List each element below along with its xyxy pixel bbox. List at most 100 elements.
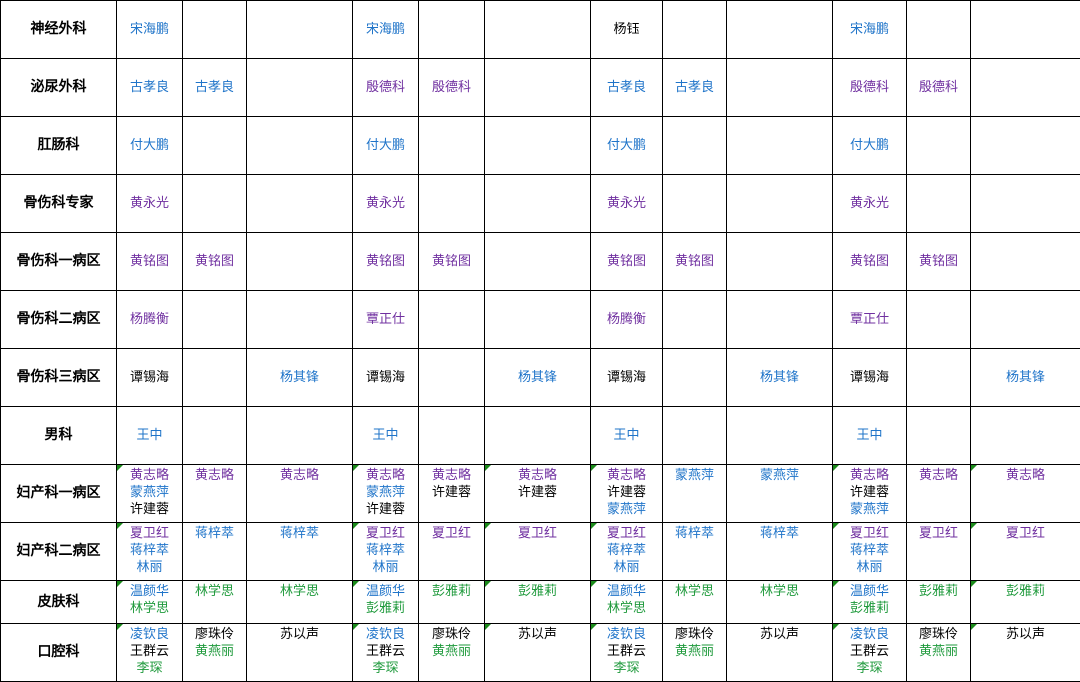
schedule-cell[interactable]: 黄志略许建蓉蒙燕萍 bbox=[833, 465, 907, 523]
schedule-cell[interactable]: 苏以声 bbox=[247, 624, 353, 682]
schedule-cell[interactable]: 黄志略许建蓉 bbox=[485, 465, 591, 523]
schedule-cell[interactable]: 黄铭图 bbox=[117, 233, 183, 291]
schedule-cell[interactable]: 杨其锋 bbox=[485, 349, 591, 407]
schedule-cell[interactable]: 杨其锋 bbox=[971, 349, 1080, 407]
schedule-cell[interactable]: 夏卫红 bbox=[971, 523, 1080, 581]
schedule-cell[interactable] bbox=[247, 1, 353, 59]
schedule-cell[interactable] bbox=[485, 117, 591, 175]
schedule-cell[interactable]: 蒋梓萃 bbox=[663, 523, 727, 581]
schedule-cell[interactable]: 黄志略 bbox=[907, 465, 971, 523]
schedule-cell[interactable] bbox=[727, 59, 833, 117]
schedule-cell[interactable] bbox=[971, 291, 1080, 349]
schedule-cell[interactable] bbox=[183, 117, 247, 175]
schedule-cell[interactable]: 温颜华彭雅莉 bbox=[353, 581, 419, 624]
schedule-cell[interactable]: 黄永光 bbox=[591, 175, 663, 233]
schedule-cell[interactable]: 夏卫红蒋梓萃林丽 bbox=[117, 523, 183, 581]
schedule-cell[interactable] bbox=[727, 407, 833, 465]
department-cell[interactable]: 口腔科 bbox=[1, 624, 117, 682]
schedule-cell[interactable]: 杨腾衡 bbox=[117, 291, 183, 349]
schedule-cell[interactable]: 夏卫红蒋梓萃林丽 bbox=[353, 523, 419, 581]
schedule-cell[interactable]: 林学思 bbox=[183, 581, 247, 624]
schedule-cell[interactable]: 黄铭图 bbox=[591, 233, 663, 291]
schedule-cell[interactable]: 凌钦良王群云李琛 bbox=[833, 624, 907, 682]
schedule-cell[interactable]: 夏卫红 bbox=[419, 523, 485, 581]
schedule-cell[interactable] bbox=[485, 291, 591, 349]
schedule-cell[interactable]: 黄志略蒙燕萍许建蓉 bbox=[353, 465, 419, 523]
schedule-cell[interactable] bbox=[183, 1, 247, 59]
schedule-cell[interactable]: 林学思 bbox=[247, 581, 353, 624]
schedule-cell[interactable]: 彭雅莉 bbox=[907, 581, 971, 624]
schedule-cell[interactable]: 谭锡海 bbox=[833, 349, 907, 407]
schedule-cell[interactable]: 黄志略 bbox=[247, 465, 353, 523]
schedule-cell[interactable]: 殷德科 bbox=[907, 59, 971, 117]
schedule-cell[interactable] bbox=[971, 59, 1080, 117]
schedule-cell[interactable]: 凌钦良王群云李琛 bbox=[591, 624, 663, 682]
schedule-cell[interactable]: 杨其锋 bbox=[727, 349, 833, 407]
schedule-cell[interactable]: 蒙燕萍 bbox=[727, 465, 833, 523]
schedule-cell[interactable]: 王中 bbox=[353, 407, 419, 465]
schedule-cell[interactable] bbox=[907, 407, 971, 465]
schedule-cell[interactable]: 蒋梓萃 bbox=[727, 523, 833, 581]
schedule-cell[interactable] bbox=[485, 175, 591, 233]
schedule-cell[interactable]: 廖珠伶黄燕丽 bbox=[183, 624, 247, 682]
schedule-cell[interactable]: 宋海鹏 bbox=[353, 1, 419, 59]
department-cell[interactable]: 骨伤科专家 bbox=[1, 175, 117, 233]
schedule-cell[interactable] bbox=[907, 1, 971, 59]
schedule-cell[interactable] bbox=[971, 407, 1080, 465]
schedule-cell[interactable]: 彭雅莉 bbox=[419, 581, 485, 624]
schedule-cell[interactable] bbox=[419, 175, 485, 233]
schedule-cell[interactable]: 黄铭图 bbox=[833, 233, 907, 291]
schedule-cell[interactable]: 黄铭图 bbox=[663, 233, 727, 291]
schedule-cell[interactable] bbox=[183, 291, 247, 349]
schedule-cell[interactable] bbox=[663, 349, 727, 407]
schedule-cell[interactable] bbox=[247, 117, 353, 175]
schedule-cell[interactable]: 付大鹏 bbox=[353, 117, 419, 175]
schedule-cell[interactable] bbox=[247, 175, 353, 233]
schedule-cell[interactable]: 付大鹏 bbox=[117, 117, 183, 175]
schedule-cell[interactable] bbox=[971, 1, 1080, 59]
schedule-cell[interactable]: 付大鹏 bbox=[833, 117, 907, 175]
schedule-cell[interactable] bbox=[727, 1, 833, 59]
schedule-cell[interactable]: 殷德科 bbox=[353, 59, 419, 117]
schedule-cell[interactable] bbox=[247, 407, 353, 465]
schedule-cell[interactable]: 温颜华彭雅莉 bbox=[833, 581, 907, 624]
schedule-cell[interactable]: 林学思 bbox=[727, 581, 833, 624]
schedule-cell[interactable]: 覃正仕 bbox=[833, 291, 907, 349]
schedule-cell[interactable]: 廖珠伶黄燕丽 bbox=[663, 624, 727, 682]
schedule-cell[interactable]: 黄永光 bbox=[353, 175, 419, 233]
department-cell[interactable]: 骨伤科二病区 bbox=[1, 291, 117, 349]
schedule-cell[interactable]: 苏以声 bbox=[971, 624, 1080, 682]
schedule-cell[interactable] bbox=[419, 1, 485, 59]
schedule-cell[interactable]: 杨钰 bbox=[591, 1, 663, 59]
schedule-cell[interactable] bbox=[727, 117, 833, 175]
schedule-cell[interactable]: 黄志略蒙燕萍许建蓉 bbox=[117, 465, 183, 523]
schedule-cell[interactable]: 王中 bbox=[117, 407, 183, 465]
schedule-cell[interactable] bbox=[907, 291, 971, 349]
schedule-cell[interactable]: 蒙燕萍 bbox=[663, 465, 727, 523]
department-cell[interactable]: 肛肠科 bbox=[1, 117, 117, 175]
schedule-cell[interactable]: 彭雅莉 bbox=[485, 581, 591, 624]
schedule-cell[interactable]: 夏卫红蒋梓萃林丽 bbox=[591, 523, 663, 581]
schedule-cell[interactable]: 夏卫红蒋梓萃林丽 bbox=[833, 523, 907, 581]
schedule-cell[interactable]: 杨其锋 bbox=[247, 349, 353, 407]
schedule-cell[interactable] bbox=[727, 175, 833, 233]
schedule-cell[interactable]: 殷德科 bbox=[833, 59, 907, 117]
schedule-cell[interactable]: 黄永光 bbox=[833, 175, 907, 233]
schedule-cell[interactable] bbox=[419, 349, 485, 407]
schedule-cell[interactable]: 蒋梓萃 bbox=[247, 523, 353, 581]
schedule-cell[interactable] bbox=[419, 407, 485, 465]
schedule-cell[interactable]: 谭锡海 bbox=[591, 349, 663, 407]
schedule-cell[interactable] bbox=[485, 407, 591, 465]
schedule-cell[interactable]: 古孝良 bbox=[183, 59, 247, 117]
schedule-cell[interactable]: 谭锡海 bbox=[353, 349, 419, 407]
schedule-cell[interactable] bbox=[971, 175, 1080, 233]
schedule-cell[interactable]: 付大鹏 bbox=[591, 117, 663, 175]
schedule-cell[interactable]: 宋海鹏 bbox=[833, 1, 907, 59]
schedule-cell[interactable] bbox=[183, 349, 247, 407]
schedule-cell[interactable]: 杨腾衡 bbox=[591, 291, 663, 349]
schedule-cell[interactable] bbox=[727, 291, 833, 349]
schedule-cell[interactable]: 林学思 bbox=[663, 581, 727, 624]
schedule-cell[interactable] bbox=[247, 291, 353, 349]
schedule-cell[interactable] bbox=[247, 233, 353, 291]
schedule-cell[interactable]: 古孝良 bbox=[663, 59, 727, 117]
